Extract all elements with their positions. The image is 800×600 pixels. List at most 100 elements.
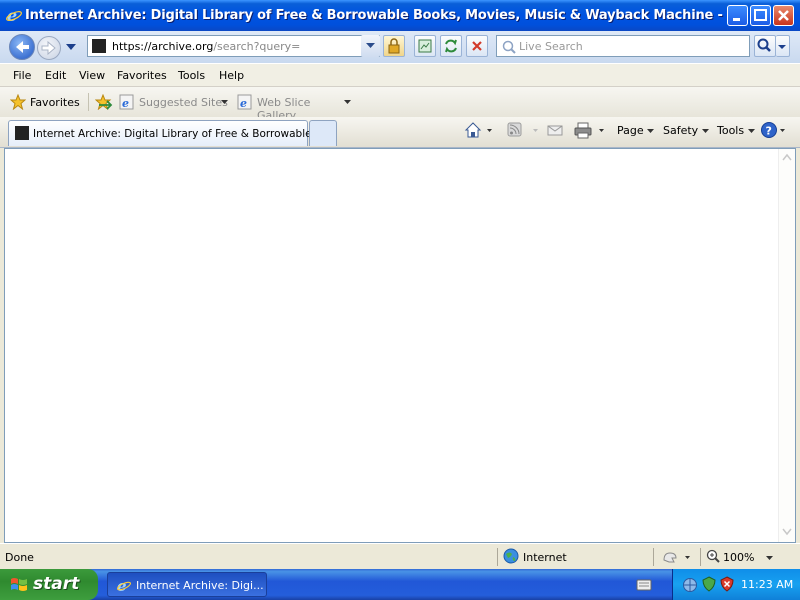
chevron-down-icon [778,45,786,49]
tab-active[interactable]: Internet Archive: Digital Library of Fre… [8,120,325,146]
favorites-label: Favorites [30,96,80,109]
search-placeholder: Live Search [519,40,583,53]
svg-text:?: ? [766,125,772,138]
zoom-level: 100% [723,551,755,564]
minimize-button[interactable] [727,5,748,26]
home-button[interactable] [464,121,494,141]
page-content[interactable] [4,148,796,543]
scroll-down-icon[interactable] [781,527,793,537]
menu-edit[interactable]: Edit [45,69,66,82]
scroll-up-icon[interactable] [781,152,793,162]
ie-logo-icon: e [6,6,22,24]
address-dropdown-button[interactable] [361,35,380,57]
chevron-down-icon [747,129,755,133]
refresh-button[interactable] [440,35,462,57]
status-text: Done [5,551,34,564]
help-icon: ? [761,122,785,138]
forward-button[interactable] [37,36,61,60]
forward-arrow-icon [41,40,56,56]
favorites-bar: Favorites e Suggested Sites e Web Slice … [0,87,800,122]
back-button[interactable] [9,34,35,60]
compatibility-view-button[interactable] [414,35,436,57]
security-zone-label: Internet [523,551,567,564]
menu-bar: File Edit View Favorites Tools Help [0,63,800,87]
vertical-scrollbar[interactable] [778,149,795,542]
menu-tools[interactable]: Tools [178,69,205,82]
svg-text:e: e [7,6,17,24]
live-search-logo-icon [502,40,516,54]
suggested-sites-button[interactable]: e Suggested Sites [119,94,231,112]
address-path: /search?query= [213,40,301,53]
svg-text:e: e [117,577,127,593]
keyboard-language-icon[interactable] [636,578,652,592]
zoom-button[interactable]: 100% [706,548,778,566]
title-bar[interactable]: e Internet Archive: Digital Library of F… [0,0,800,31]
menu-view[interactable]: View [79,69,105,82]
read-mail-button[interactable] [546,121,566,141]
site-favicon-icon [15,126,29,140]
refresh-icon [445,39,457,53]
favorites-button[interactable]: Favorites [8,92,82,112]
chevron-down-icon [766,556,773,560]
star-icon [10,94,26,110]
address-url[interactable]: https://archive.org/search?query= [112,40,300,53]
new-tab-button[interactable] [309,120,337,146]
safety-menu-label: Safety [663,124,699,137]
network-icon[interactable] [682,577,698,593]
safety-menu[interactable]: Safety [663,124,710,137]
taskbar-item-label: Internet Archive: Digi... [136,579,264,592]
taskbar-item-internet-explorer[interactable]: e Internet Archive: Digi... [107,572,267,597]
search-options-button[interactable] [776,35,790,57]
security-lock-button[interactable] [383,35,405,57]
menu-help[interactable]: Help [219,69,244,82]
chevron-down-icon [366,43,375,48]
web-slice-gallery-button[interactable]: e Web Slice Gallery [237,94,352,122]
chevron-down-icon [701,129,709,133]
stop-button[interactable] [466,35,488,57]
protected-mode-button[interactable] [660,548,694,566]
page-menu[interactable]: Page [617,124,655,137]
help-button[interactable]: ? [760,121,788,141]
ie-page-icon: e [119,94,134,110]
status-divider [653,548,654,566]
zoom-magnifier-icon [706,549,720,563]
maximize-button[interactable] [750,5,771,26]
clock[interactable]: 11:23 AM [741,578,793,591]
svg-text:e: e [122,97,129,110]
window-title: Internet Archive: Digital Library of Fre… [25,8,725,23]
address-bar[interactable]: https://archive.org/search?query= [87,35,380,57]
chevron-down-icon [344,100,351,104]
rss-feed-icon [507,122,538,137]
windows-security-alert-icon[interactable] [719,576,735,592]
menu-file[interactable]: File [13,69,31,82]
taskbar: start e Internet Archive: Digi... 11:23 … [0,569,800,600]
print-button[interactable] [573,121,607,141]
lock-icon [388,38,400,54]
page-menu-label: Page [617,124,644,137]
chevron-down-icon [647,129,655,133]
mail-icon [547,125,563,136]
chevron-down-icon [221,100,228,104]
suggested-sites-label: Suggested Sites [139,96,228,109]
ie-logo-icon: e [117,577,131,593]
feeds-button[interactable] [507,121,541,141]
add-to-favorites-bar-icon[interactable] [95,94,113,110]
security-shield-icon[interactable] [701,576,717,592]
menu-favorites[interactable]: Favorites [117,69,167,82]
status-bar: Done Internet 100% [0,543,800,569]
popup-blocker-icon [663,552,690,563]
search-button[interactable] [754,35,776,57]
printer-icon [574,122,604,139]
search-box[interactable]: Live Search [496,35,750,57]
system-tray: 11:23 AM [672,569,800,600]
recent-pages-dropdown-icon[interactable] [66,43,76,51]
start-label: start [33,574,80,594]
tools-menu[interactable]: Tools [717,124,756,137]
windows-flag-icon [11,578,27,591]
start-button[interactable]: start [0,569,98,600]
svg-text:e: e [240,97,247,110]
home-icon [464,122,492,138]
stop-icon [472,41,482,51]
close-button[interactable] [773,5,794,26]
maximize-icon [754,9,767,21]
